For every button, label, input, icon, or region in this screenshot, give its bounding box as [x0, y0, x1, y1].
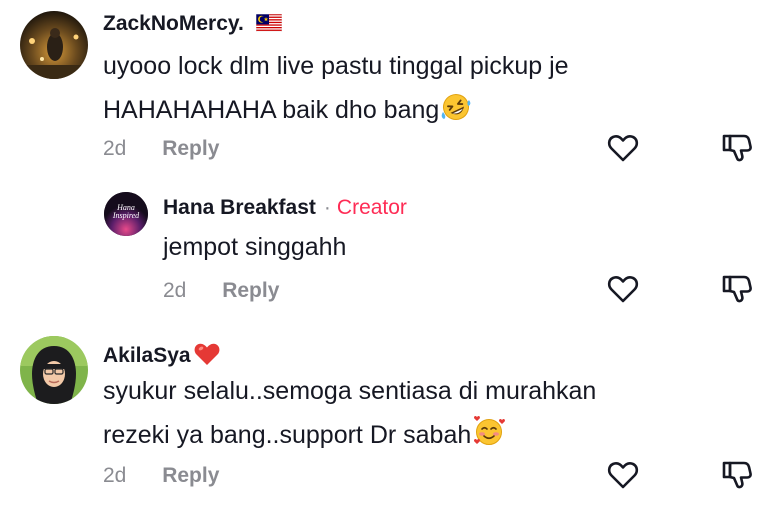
dislike-thumbs-down-icon[interactable] [720, 272, 754, 306]
dislike-thumbs-down-icon[interactable] [720, 131, 754, 165]
separator: · [323, 196, 331, 219]
dislike-thumbs-down-icon[interactable] [720, 458, 754, 492]
comment-age: 2d [163, 279, 187, 302]
comment-meta: 2d Reply [103, 137, 219, 161]
avatar[interactable] [20, 11, 88, 79]
username[interactable]: ZackNoMercy. [103, 12, 282, 38]
comment-text: jempot singgahh [163, 233, 347, 261]
malaysia-flag-icon [255, 13, 282, 38]
reply-button[interactable]: Reply [222, 279, 279, 302]
smiling-face-with-hearts-emoji [472, 415, 506, 461]
comment-text: syukur selalu..semoga sentiasa di murahk… [103, 369, 596, 461]
comment-meta: 2d Reply [163, 279, 279, 303]
avatar[interactable] [20, 336, 88, 404]
avatar-text-line2: Inspired [112, 211, 140, 220]
avatar[interactable]: Hana Inspired [104, 192, 148, 236]
reply-button[interactable]: Reply [162, 137, 219, 160]
username[interactable]: Hana Breakfast · Creator [163, 196, 407, 220]
comment-age: 2d [103, 464, 127, 487]
rolling-on-floor-laughing-emoji [440, 92, 472, 136]
creator-badge: Creator [336, 196, 407, 219]
comment-text: uyooo lock dlm live pastu tinggal pickup… [103, 44, 569, 136]
comment-age: 2d [103, 137, 127, 160]
like-heart-icon[interactable] [606, 272, 640, 306]
like-heart-icon[interactable] [606, 458, 640, 492]
reply-button[interactable]: Reply [162, 464, 219, 487]
comment-meta: 2d Reply [103, 464, 219, 488]
like-heart-icon[interactable] [606, 131, 640, 165]
